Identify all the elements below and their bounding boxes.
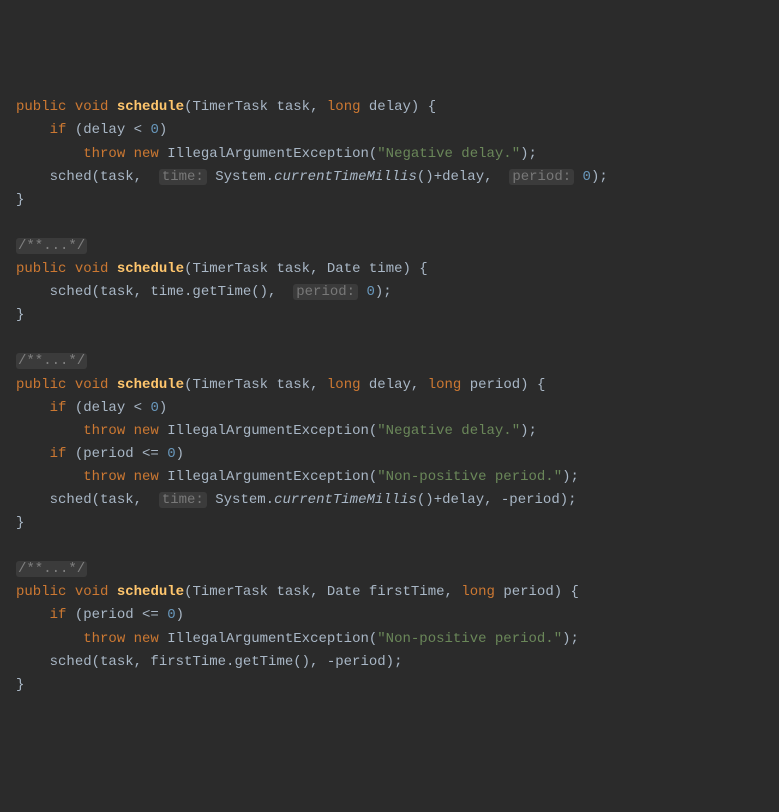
- code-line: throw new IllegalArgumentException("Non-…: [0, 628, 779, 651]
- string-literal: "Negative delay.": [377, 146, 520, 162]
- code-line: public void schedule(TimerTask task, Dat…: [0, 258, 779, 281]
- number: 0: [167, 446, 175, 462]
- keyword: throw new: [83, 423, 159, 439]
- code-line: sched(task, firstTime.getTime(), -period…: [0, 651, 779, 674]
- parameter-hint: period:: [509, 169, 574, 185]
- string-literal: "Non-positive period.": [377, 631, 562, 647]
- string-literal: "Non-positive period.": [377, 469, 562, 485]
- string-literal: "Negative delay.": [377, 423, 520, 439]
- folded-comment[interactable]: /**...*/: [16, 353, 87, 369]
- code-line: if (period <= 0): [0, 443, 779, 466]
- code-editor[interactable]: public void schedule(TimerTask task, lon…: [0, 96, 779, 696]
- static-method: currentTimeMillis: [274, 492, 417, 508]
- method-name: schedule: [117, 584, 184, 600]
- code-line: sched(task, time.getTime(), period: 0);: [0, 281, 779, 304]
- code-line: }: [0, 304, 779, 327]
- params: delay,: [361, 377, 428, 393]
- code-line: sched(task, time: System.currentTimeMill…: [0, 489, 779, 512]
- code-line: throw new IllegalArgumentException("Non-…: [0, 466, 779, 489]
- number: 0: [366, 284, 374, 300]
- code-line: if (period <= 0): [0, 604, 779, 627]
- keyword: public: [16, 261, 66, 277]
- code-line: if (delay < 0): [0, 397, 779, 420]
- keyword: void: [75, 99, 109, 115]
- method-name: schedule: [117, 261, 184, 277]
- keyword: public: [16, 377, 66, 393]
- code-line: /**...*/: [0, 235, 779, 258]
- params: (TimerTask task, Date firstTime,: [184, 584, 461, 600]
- code-line: if (delay < 0): [0, 119, 779, 142]
- keyword: if: [50, 400, 67, 416]
- keyword: public: [16, 99, 66, 115]
- params: period) {: [495, 584, 579, 600]
- method-name: schedule: [117, 99, 184, 115]
- params: period) {: [461, 377, 545, 393]
- params: (TimerTask task, Date time) {: [184, 261, 428, 277]
- number: 0: [167, 607, 175, 623]
- parameter-hint: time:: [159, 169, 207, 185]
- number: 0: [150, 400, 158, 416]
- parameter-hint: time:: [159, 492, 207, 508]
- keyword: if: [50, 446, 67, 462]
- code-line: public void schedule(TimerTask task, lon…: [0, 96, 779, 119]
- folded-comment[interactable]: /**...*/: [16, 238, 87, 254]
- keyword: void: [75, 584, 109, 600]
- code-line: public void schedule(TimerTask task, lon…: [0, 374, 779, 397]
- blank-line: [0, 212, 779, 235]
- code-line: throw new IllegalArgumentException("Nega…: [0, 420, 779, 443]
- keyword: if: [50, 607, 67, 623]
- method-name: schedule: [117, 377, 184, 393]
- number: 0: [150, 122, 158, 138]
- blank-line: [0, 327, 779, 350]
- params: (TimerTask task,: [184, 99, 327, 115]
- folded-comment[interactable]: /**...*/: [16, 561, 87, 577]
- keyword: long: [327, 99, 361, 115]
- keyword: long: [327, 377, 361, 393]
- keyword: throw new: [83, 146, 159, 162]
- code-line: }: [0, 674, 779, 697]
- code-line: }: [0, 189, 779, 212]
- static-method: currentTimeMillis: [274, 169, 417, 185]
- keyword: long: [428, 377, 462, 393]
- keyword: if: [50, 122, 67, 138]
- keyword: void: [75, 261, 109, 277]
- code-line: }: [0, 512, 779, 535]
- code-line: /**...*/: [0, 350, 779, 373]
- code-line: throw new IllegalArgumentException("Nega…: [0, 143, 779, 166]
- code-line: public void schedule(TimerTask task, Dat…: [0, 581, 779, 604]
- parameter-hint: period:: [293, 284, 358, 300]
- code-line: sched(task, time: System.currentTimeMill…: [0, 166, 779, 189]
- params: delay) {: [361, 99, 437, 115]
- blank-line: [0, 535, 779, 558]
- code-line: /**...*/: [0, 558, 779, 581]
- params: (TimerTask task,: [184, 377, 327, 393]
- keyword: void: [75, 377, 109, 393]
- keyword: throw new: [83, 631, 159, 647]
- number: 0: [583, 169, 591, 185]
- keyword: public: [16, 584, 66, 600]
- keyword: throw new: [83, 469, 159, 485]
- keyword: long: [461, 584, 495, 600]
